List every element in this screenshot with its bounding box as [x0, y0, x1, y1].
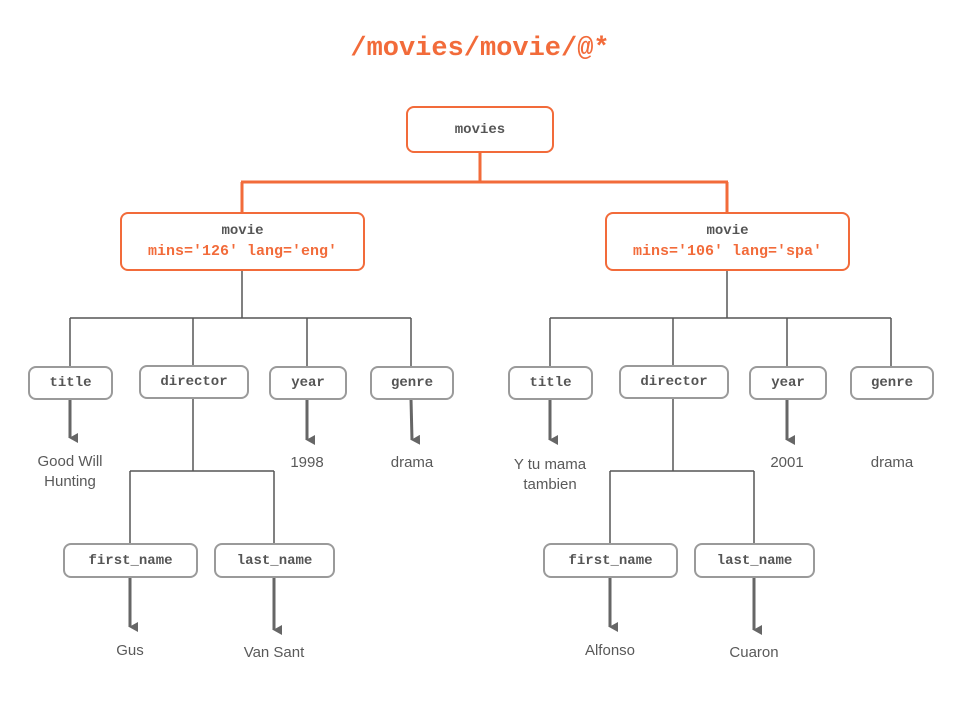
node-label: title — [529, 375, 572, 391]
root-connector — [240, 152, 729, 212]
node-director-1: director — [139, 365, 249, 399]
value-line: Hunting — [44, 473, 96, 490]
node-last-name-2: last_name — [694, 543, 815, 578]
node-label: genre — [390, 375, 433, 391]
left-movie-connector — [69, 270, 412, 543]
node-label: genre — [870, 375, 913, 391]
node-movie-1: movie mins='126' lang='eng' — [120, 212, 365, 271]
node-first-name-1: first_name — [63, 543, 198, 578]
right-movie-connector — [549, 270, 892, 543]
arrow-icon — [409, 398, 421, 445]
node-label: first_name — [88, 552, 173, 569]
node-first-name-2: first_name — [543, 543, 678, 578]
value-title-2: Y tu mama tambien — [490, 455, 610, 495]
node-label: director — [160, 374, 228, 390]
value-year-2: 2001 — [770, 454, 804, 471]
right-value-arrows — [548, 399, 795, 635]
node-director-2: director — [619, 365, 729, 399]
node-label: title — [49, 375, 92, 391]
value-first-name-1: Gus — [116, 642, 144, 659]
node-label: movie — [706, 223, 749, 239]
node-label: director — [640, 374, 708, 390]
node-year-2: year — [749, 366, 827, 400]
value-line: Y tu mama — [513, 456, 587, 473]
value-year-1: 1998 — [290, 454, 324, 471]
node-genre-1: genre — [370, 366, 454, 400]
value-title-1: Good Will Hunting — [10, 452, 130, 492]
value-first-name-2: Alfonso — [584, 642, 636, 659]
node-movie-2: movie mins='106' lang='spa' — [605, 212, 850, 271]
value-line: Good Will — [37, 453, 103, 470]
node-label: year — [771, 375, 805, 391]
node-genre-2: genre — [850, 366, 934, 400]
left-value-arrows — [68, 398, 421, 635]
value-genre-1: drama — [390, 454, 434, 471]
node-label: movies — [454, 121, 506, 138]
node-label: year — [291, 375, 325, 391]
value-line: tambien — [523, 476, 577, 493]
node-label: first_name — [568, 552, 653, 569]
value-last-name-1: Van Sant — [243, 644, 305, 661]
node-label: last_name — [716, 552, 793, 569]
node-title-2: title — [508, 366, 593, 400]
node-last-name-1: last_name — [214, 543, 335, 578]
node-title-1: title — [28, 366, 113, 400]
value-last-name-2: Cuaron — [729, 644, 779, 661]
value-genre-2: drama — [870, 454, 914, 471]
node-label: last_name — [236, 552, 313, 569]
node-label: movie — [221, 223, 264, 239]
node-attributes: mins='106' lang='spa' — [632, 243, 823, 260]
node-movies: movies — [406, 106, 554, 153]
node-attributes: mins='126' lang='eng' — [147, 243, 338, 260]
node-year-1: year — [269, 366, 347, 400]
